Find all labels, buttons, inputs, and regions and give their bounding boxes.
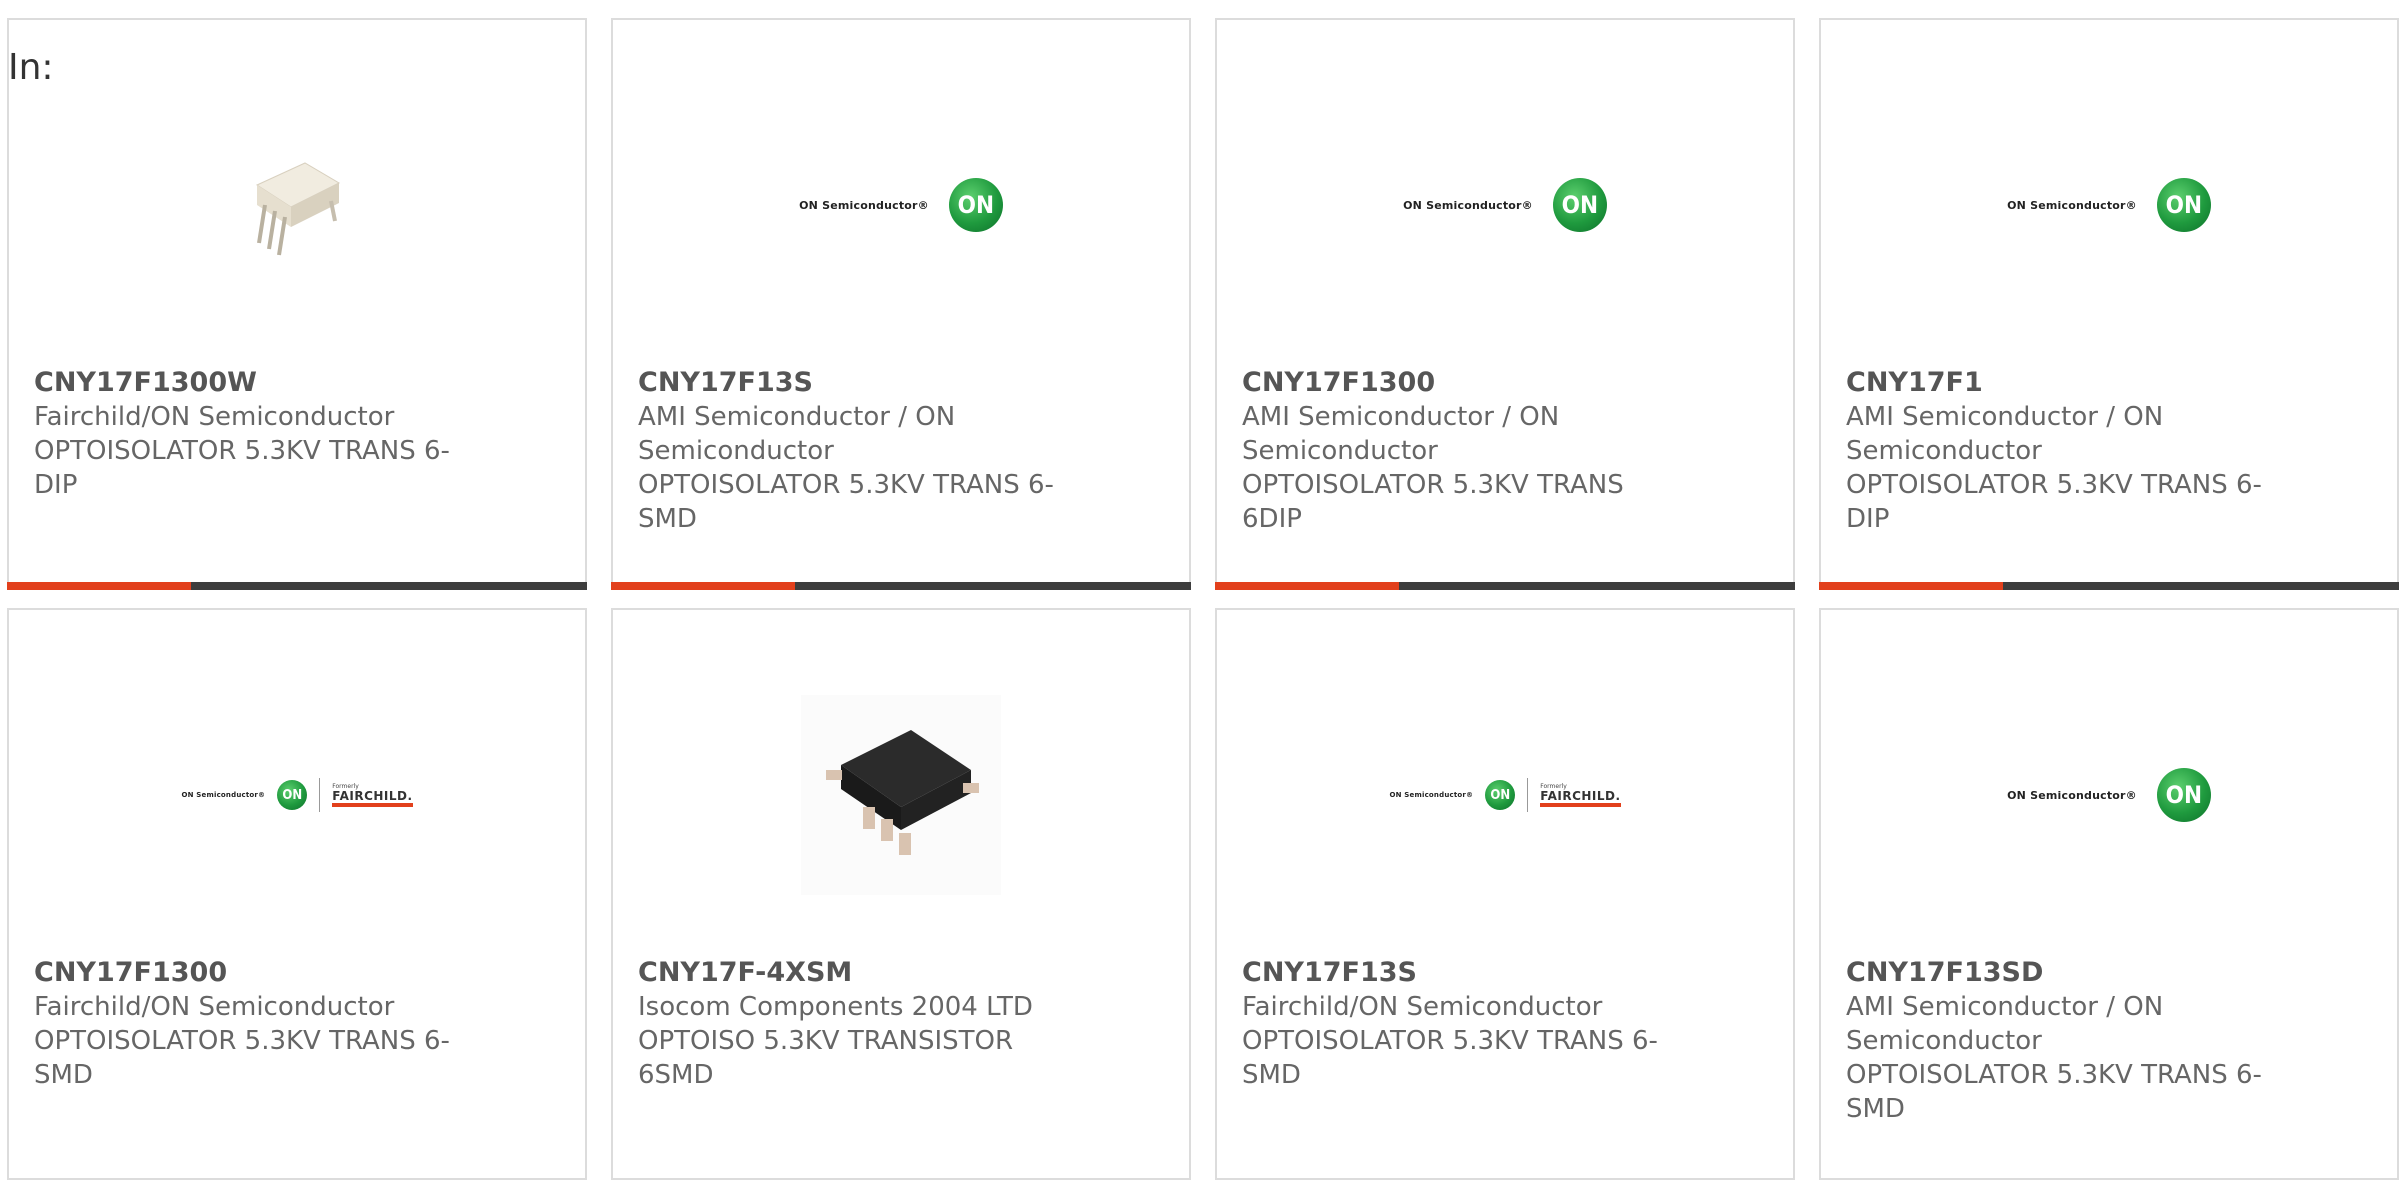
part-number[interactable]: CNY17F13S bbox=[638, 366, 1078, 400]
on-semiconductor-logo: ON Semiconductor® ON bbox=[2007, 178, 2211, 232]
on-logo-mark: ON bbox=[948, 178, 1003, 232]
on-semiconductor-logo: ON Semiconductor® ON bbox=[799, 178, 1003, 232]
on-semiconductor-logo: ON Semiconductor® ON bbox=[1389, 780, 1516, 810]
part-number[interactable]: CNY17F1300 bbox=[1242, 366, 1682, 400]
in-label: In: bbox=[8, 47, 54, 88]
description: OPTOISOLATOR 5.3KV TRANS 6-DIP bbox=[34, 436, 450, 500]
product-image: ON Semiconductor® ON Formerly FAIRCHILD. bbox=[9, 670, 585, 920]
part-number[interactable]: CNY17F-4XSM bbox=[638, 956, 1078, 990]
on-logo-text: ON Semiconductor® bbox=[1403, 198, 1533, 212]
product-card[interactable]: ON Semiconductor® ON Formerly FAIRCHILD.… bbox=[1215, 608, 1795, 1180]
product-card[interactable]: ON Semiconductor® ON CNY17F1 AMI Semicon… bbox=[1819, 18, 2399, 590]
smd6-package-icon bbox=[801, 695, 1001, 895]
on-fairchild-logo: ON Semiconductor® ON Formerly FAIRCHILD. bbox=[181, 778, 413, 812]
manufacturer: AMI Semiconductor / ON Semiconductor bbox=[638, 402, 956, 466]
product-image: ON Semiconductor® ON bbox=[1821, 670, 2397, 920]
on-logo-text: ON Semiconductor® bbox=[799, 198, 929, 212]
part-number[interactable]: CNY17F1 bbox=[1846, 366, 2286, 400]
logo-divider bbox=[319, 778, 321, 812]
on-logo-text: ON Semiconductor® bbox=[181, 791, 266, 799]
on-logo-text: ON Semiconductor® bbox=[1389, 791, 1474, 799]
manufacturer: Fairchild/ON Semiconductor bbox=[1242, 992, 1603, 1022]
on-logo-mark: ON bbox=[1552, 178, 1607, 232]
product-card[interactable]: CNY17F1300W Fairchild/ON Semiconductor O… bbox=[7, 18, 587, 590]
product-image: ON Semiconductor® ON bbox=[1821, 80, 2397, 330]
product-image: ON Semiconductor® ON bbox=[1217, 80, 1793, 330]
card-bar bbox=[1819, 582, 2399, 590]
part-number[interactable]: CNY17F1300 bbox=[34, 956, 474, 990]
description: OPTOISO 5.3KV TRANSISTOR 6SMD bbox=[638, 1026, 1014, 1090]
fairchild-name: FAIRCHILD. bbox=[332, 790, 413, 807]
manufacturer: Fairchild/ON Semiconductor bbox=[34, 992, 395, 1022]
product-image: ON Semiconductor® ON Formerly FAIRCHILD. bbox=[1217, 670, 1793, 920]
description: OPTOISOLATOR 5.3KV TRANS 6-SMD bbox=[1242, 1026, 1658, 1090]
card-bar bbox=[611, 582, 1191, 590]
part-number[interactable]: CNY17F13SD bbox=[1846, 956, 2286, 990]
fairchild-logo: Formerly FAIRCHILD. bbox=[332, 783, 413, 807]
on-logo-mark: ON bbox=[1485, 780, 1516, 810]
on-semiconductor-logo: ON Semiconductor® ON bbox=[181, 780, 308, 810]
product-card[interactable]: ON Semiconductor® ON CNY17F13S AMI Semic… bbox=[611, 18, 1191, 590]
on-fairchild-logo: ON Semiconductor® ON Formerly FAIRCHILD. bbox=[1389, 778, 1621, 812]
on-logo-text: ON Semiconductor® bbox=[2007, 198, 2137, 212]
description: OPTOISOLATOR 5.3KV TRANS 6DIP bbox=[1242, 470, 1624, 534]
description: OPTOISOLATOR 5.3KV TRANS 6-DIP bbox=[1846, 470, 2262, 534]
description: OPTOISOLATOR 5.3KV TRANS 6-SMD bbox=[1846, 1060, 2262, 1124]
fairchild-logo: Formerly FAIRCHILD. bbox=[1540, 783, 1621, 807]
product-image bbox=[9, 80, 585, 330]
on-logo-mark: ON bbox=[277, 780, 308, 810]
product-image: ON Semiconductor® ON bbox=[613, 80, 1189, 330]
card-bar-accent bbox=[1819, 582, 2003, 590]
card-bar-accent bbox=[1215, 582, 1399, 590]
logo-divider bbox=[1527, 778, 1529, 812]
manufacturer: AMI Semiconductor / ON Semiconductor bbox=[1846, 402, 2164, 466]
product-card[interactable]: ON Semiconductor® ON CNY17F1300 AMI Semi… bbox=[1215, 18, 1795, 590]
manufacturer: Fairchild/ON Semiconductor bbox=[34, 402, 395, 432]
card-bar-accent bbox=[611, 582, 795, 590]
part-number[interactable]: CNY17F13S bbox=[1242, 956, 1682, 990]
card-bar-accent bbox=[7, 582, 191, 590]
part-number[interactable]: CNY17F1300W bbox=[34, 366, 474, 400]
manufacturer: AMI Semiconductor / ON Semiconductor bbox=[1846, 992, 2164, 1056]
on-logo-mark: ON bbox=[2156, 768, 2211, 822]
card-bar bbox=[1215, 582, 1795, 590]
description: OPTOISOLATOR 5.3KV TRANS 6-SMD bbox=[34, 1026, 450, 1090]
card-bar bbox=[7, 582, 587, 590]
on-semiconductor-logo: ON Semiconductor® ON bbox=[1403, 178, 1607, 232]
manufacturer: AMI Semiconductor / ON Semiconductor bbox=[1242, 402, 1560, 466]
description: OPTOISOLATOR 5.3KV TRANS 6-SMD bbox=[638, 470, 1054, 534]
on-semiconductor-logo: ON Semiconductor® ON bbox=[2007, 768, 2211, 822]
dip6-package-icon bbox=[255, 162, 341, 256]
on-logo-text: ON Semiconductor® bbox=[2007, 788, 2137, 802]
product-card[interactable]: CNY17F-4XSM Isocom Components 2004 LTD O… bbox=[611, 608, 1191, 1180]
on-logo-mark: ON bbox=[2156, 178, 2211, 232]
product-grid: CNY17F1300W Fairchild/ON Semiconductor O… bbox=[0, 0, 2400, 1180]
product-card[interactable]: ON Semiconductor® ON Formerly FAIRCHILD.… bbox=[7, 608, 587, 1180]
product-card[interactable]: ON Semiconductor® ON CNY17F13SD AMI Semi… bbox=[1819, 608, 2399, 1180]
fairchild-name: FAIRCHILD. bbox=[1540, 790, 1621, 807]
product-image bbox=[613, 670, 1189, 920]
manufacturer: Isocom Components 2004 LTD bbox=[638, 992, 1033, 1022]
